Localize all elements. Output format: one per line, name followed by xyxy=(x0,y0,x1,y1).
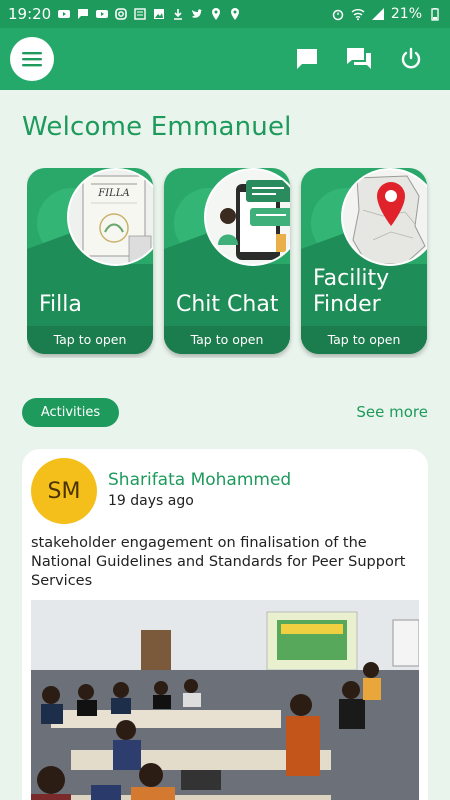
location-icon xyxy=(212,8,221,20)
battery-percent: 21% xyxy=(390,6,422,22)
filla-book-title: FILLA xyxy=(97,188,129,199)
app-bar xyxy=(0,28,450,90)
messages-button[interactable] xyxy=(344,44,374,74)
news-icon xyxy=(134,8,146,20)
post-text: stakeholder engagement on finalisation o… xyxy=(31,535,406,589)
activities-tab[interactable]: Activities xyxy=(22,398,119,427)
location-icon-2 xyxy=(231,8,240,20)
post-timestamp: 19 days ago xyxy=(108,493,194,509)
wifi-icon xyxy=(351,9,365,21)
signal-icon xyxy=(371,8,384,20)
youtube-icon xyxy=(58,10,71,18)
chat-button[interactable] xyxy=(292,44,322,74)
activity-post[interactable]: SM Sharifata Mohammed 19 days ago stakeh… xyxy=(22,449,428,800)
see-more-link[interactable]: See more xyxy=(356,403,428,421)
card-tap-label: Tap to open xyxy=(164,326,290,354)
power-icon xyxy=(401,47,421,69)
card-chit-chat[interactable]: Chit Chat Tap to open xyxy=(164,168,290,354)
status-time: 19:20 xyxy=(8,5,52,23)
twitter-icon xyxy=(192,9,203,18)
avatar: SM xyxy=(31,458,97,524)
post-author: Sharifata Mohammed xyxy=(108,470,292,490)
download-icon xyxy=(174,9,183,20)
hamburger-menu-icon xyxy=(22,52,42,67)
post-photo[interactable] xyxy=(31,600,419,800)
status-bar: 19:20 21% xyxy=(0,0,450,28)
alarm-icon xyxy=(332,9,344,21)
chat-notification-icon xyxy=(78,9,89,19)
logout-button[interactable] xyxy=(396,44,426,74)
system-status: 21% xyxy=(331,6,442,22)
image-icon xyxy=(154,9,165,19)
instagram-icon xyxy=(115,8,128,20)
notification-icons xyxy=(57,7,242,21)
welcome-title: Welcome Emmanuel xyxy=(22,112,292,142)
battery-icon xyxy=(431,8,439,21)
card-tap-label: Tap to open xyxy=(301,326,427,354)
card-title: Facility Finder xyxy=(313,266,390,317)
card-title: Chit Chat xyxy=(176,292,279,317)
card-tap-label: Tap to open xyxy=(27,326,153,354)
card-filla[interactable]: FILLA Filla Tap to open xyxy=(27,168,153,354)
youtube-icon-2 xyxy=(96,10,109,18)
messages-icon xyxy=(347,48,371,69)
card-title: Filla xyxy=(39,292,82,317)
menu-button[interactable] xyxy=(10,37,54,81)
feature-cards: FILLA Filla Tap to open Chit Chat Tap to… xyxy=(27,168,450,358)
chat-bubble-icon xyxy=(297,49,317,69)
card-facility-finder[interactable]: Facility Finder Tap to open xyxy=(301,168,427,354)
